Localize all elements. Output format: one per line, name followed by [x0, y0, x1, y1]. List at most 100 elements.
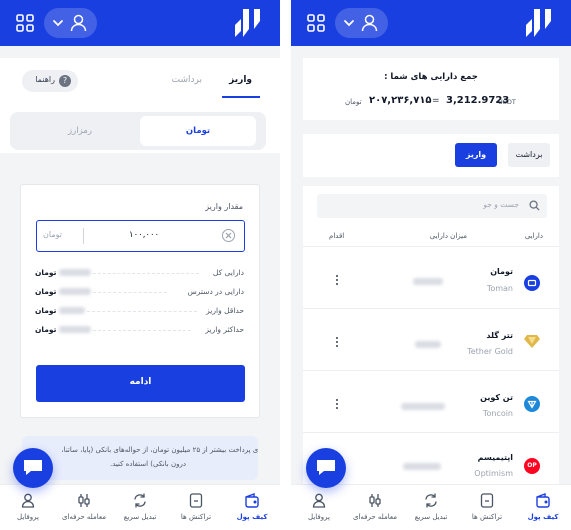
withdraw-button[interactable]: برداشت [508, 143, 550, 167]
deposit-label: واریز [465, 150, 487, 159]
total-usdt: 3,212.9723 [446, 95, 510, 106]
more-options-icon[interactable] [334, 399, 340, 413]
tab-transactions[interactable]: تراکنش ها [168, 485, 224, 530]
asset-name-fa: تومان [490, 267, 513, 276]
tab-wallet[interactable]: کیف پول [515, 485, 571, 530]
asset-name-en: Toncoin [482, 409, 513, 418]
info-value-hidden [59, 307, 85, 314]
info-unit-available: تومان [35, 287, 57, 296]
tab-pro-trade[interactable]: معامله حرفه‌ای [347, 485, 403, 530]
wallet-screen: جمع دارایی های شما : USDT 3,212.9723 = ۲… [291, 0, 571, 530]
tab-label: معامله حرفه‌ای [61, 513, 107, 521]
user-icon [361, 14, 378, 32]
tab-label: کیف پول [236, 513, 268, 521]
notice-line-1: برای پرداخت بیشتر از ۲۵ میلیون تومان، از… [61, 446, 258, 454]
top-bar [0, 0, 280, 46]
asset-balance-hidden [415, 341, 441, 348]
tab-label: تبدیل سریع [123, 513, 157, 521]
tab-label: کیف پول [527, 513, 559, 521]
profile-icon [21, 493, 35, 508]
toncoin-icon [524, 396, 540, 412]
info-unit-total: تومان [35, 268, 57, 277]
candlestick-icon [78, 494, 90, 507]
amount-value: ۱۰۰,۰۰۰ [129, 230, 160, 240]
toman-unit: تومان [345, 98, 362, 106]
tab-quick-swap[interactable]: تبدیل سریع [112, 485, 168, 530]
tab-label: پروفایل [17, 513, 39, 521]
candlestick-icon [369, 494, 381, 507]
deposit-form-card: مقدار واریز ۱۰۰,۰۰۰ تومان دارایی کل توما… [20, 184, 260, 418]
info-unit-min: تومان [35, 306, 57, 315]
asset-name-fa: اپتیمیسم [477, 453, 513, 462]
asset-balance-hidden [401, 403, 445, 410]
continue-label: ادامه [129, 377, 152, 387]
toggle-crypto[interactable]: رمزارز [68, 126, 92, 136]
withdraw-label: برداشت [515, 150, 543, 159]
account-switcher[interactable] [44, 8, 97, 38]
notice-line-2: درون بانکی) استفاده کنید. [110, 460, 186, 468]
guide-button[interactable]: ? راهنما [22, 70, 78, 92]
column-amount: میزان دارایی [429, 232, 467, 240]
info-value-hidden [59, 326, 91, 333]
toggle-toman[interactable]: تومان [140, 116, 256, 146]
info-leader [93, 330, 191, 331]
toman-icon [524, 275, 540, 291]
info-label-max: حداکثر واریز [205, 325, 244, 334]
tab-pro-trade[interactable]: معامله حرفه‌ای [56, 485, 112, 530]
more-options-icon[interactable] [334, 337, 340, 351]
tab-label: پروفایل [308, 513, 330, 521]
asset-balance-hidden [413, 278, 443, 285]
column-asset: دارایی [524, 232, 543, 240]
asset-name-fa: تن کوین [480, 393, 513, 402]
top-bar [291, 0, 571, 46]
guide-label: راهنما [35, 75, 55, 84]
search-input[interactable]: جست و جو [317, 194, 547, 218]
amount-input[interactable]: ۱۰۰,۰۰۰ تومان [36, 220, 245, 252]
grid-menu-icon[interactable] [307, 14, 325, 32]
search-placeholder: جست و جو [483, 200, 519, 209]
bottom-tab-bar: پروفایل معامله حرفه‌ای تبدیل سریع تراکنش… [0, 484, 280, 530]
bottom-tab-bar: پروفایل معامله حرفه‌ای تبدیل سریع تراکنش… [291, 484, 571, 530]
chat-icon [24, 460, 42, 475]
info-value-hidden [59, 288, 91, 295]
tab-deposit-underline [222, 96, 260, 98]
support-chat-button[interactable] [13, 448, 53, 488]
currency-toggle: تومان رمزارز [10, 112, 266, 150]
tab-withdraw[interactable]: برداشت [172, 75, 202, 85]
asset-row-toman[interactable]: تومان Toman [303, 246, 559, 308]
total-title: جمع دارایی های شما : [384, 72, 478, 82]
clear-icon[interactable] [222, 229, 235, 242]
asset-name-en: Tether Gold [467, 347, 513, 356]
account-switcher[interactable] [335, 8, 388, 38]
chevron-down-icon [53, 20, 63, 27]
continue-button[interactable]: ادامه [36, 365, 245, 402]
transactions-icon [480, 493, 494, 508]
info-leader [93, 292, 167, 293]
tab-profile[interactable]: پروفایل [0, 485, 56, 530]
info-leader [93, 273, 199, 274]
asset-name-en: Optimism [474, 469, 513, 478]
wallet-icon [536, 493, 550, 508]
total-balance-card: جمع دارایی های شما : USDT 3,212.9723 = ۲… [303, 58, 559, 120]
equals-sign: = [432, 96, 440, 106]
deposit-button[interactable]: واریز [455, 143, 497, 167]
asset-row-toncoin[interactable]: تن کوین Toncoin [303, 370, 559, 432]
tab-profile[interactable]: پروفایل [291, 485, 347, 530]
asset-row-tether-gold[interactable]: تتر گلد Tether Gold [303, 308, 559, 370]
grid-menu-icon[interactable] [16, 14, 34, 32]
toggle-toman-label: تومان [185, 126, 211, 136]
deposit-header-card: واریز برداشت ? راهنما تومان رمزارز [0, 58, 280, 153]
tab-deposit[interactable]: واریز [229, 75, 252, 85]
wallet-actions-card: برداشت واریز [303, 134, 559, 177]
deposit-screen: واریز برداشت ? راهنما تومان رمزارز مقدار… [0, 0, 280, 530]
tab-quick-swap[interactable]: تبدیل سریع [403, 485, 459, 530]
optimism-icon: OP [524, 458, 540, 474]
more-options-icon[interactable] [334, 275, 340, 289]
tether-gold-icon [524, 335, 540, 348]
chevron-down-icon [344, 20, 354, 27]
info-label-min: حداقل واریز [206, 306, 244, 315]
support-chat-button[interactable] [306, 448, 346, 488]
tab-transactions[interactable]: تراکنش ها [459, 485, 515, 530]
transactions-icon [189, 493, 203, 508]
tab-wallet[interactable]: کیف پول [224, 485, 280, 530]
